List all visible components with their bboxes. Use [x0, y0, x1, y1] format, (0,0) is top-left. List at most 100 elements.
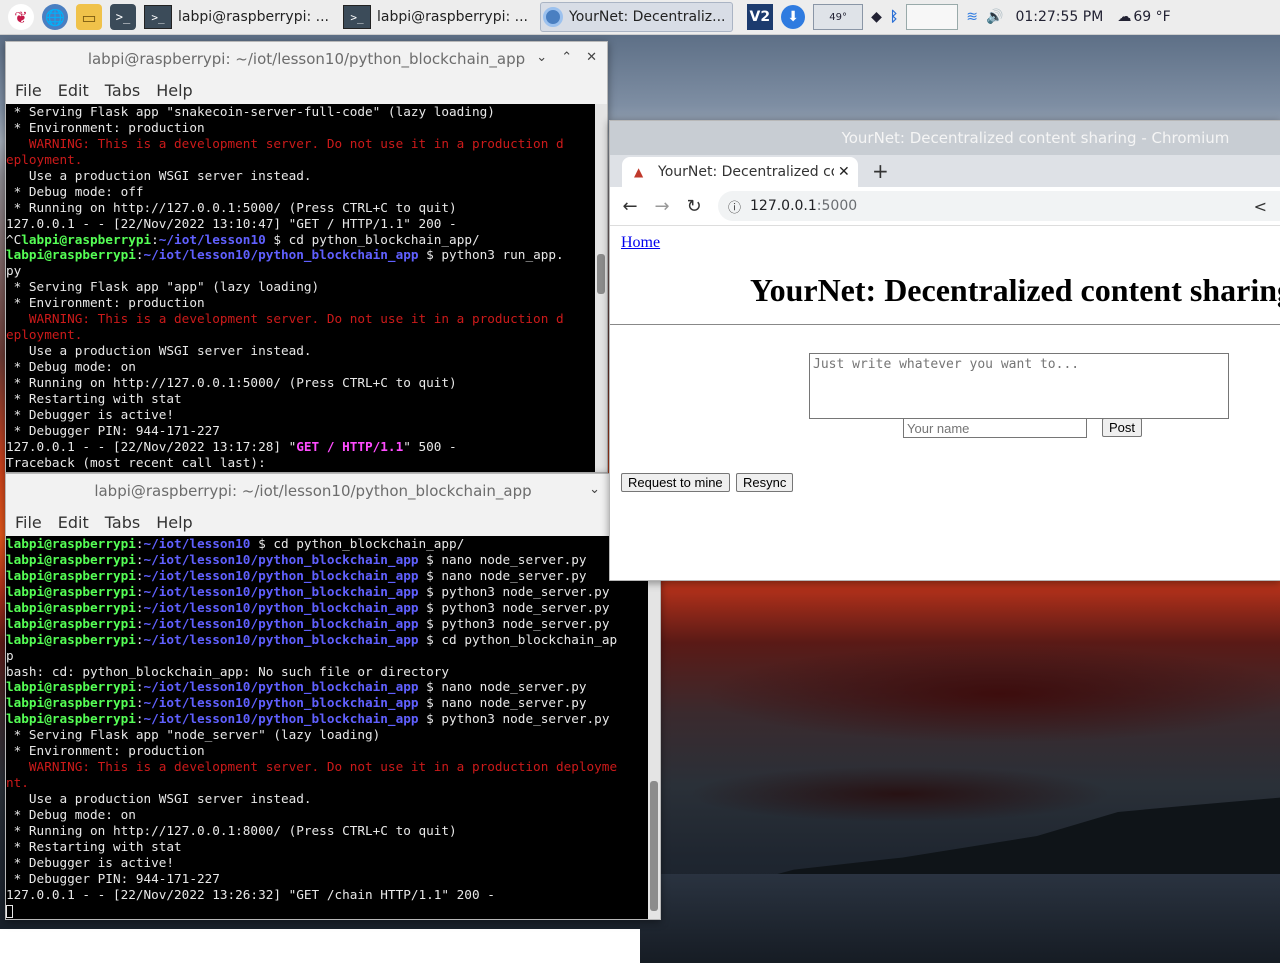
terminal-line: Use a production WSGI server instead.	[6, 343, 312, 359]
terminal-window-bottom: labpi@raspberrypi: ~/iot/lesson10/python…	[5, 473, 661, 920]
share-icon[interactable]: <	[1254, 197, 1267, 216]
browser-tab[interactable]: ▲ YourNet: Decentralized co ✕	[622, 157, 858, 187]
new-tab-icon[interactable]: +	[872, 159, 889, 183]
navigation-bar: ← → ↻ ⓘ 127.0.0.1:5000 <	[610, 187, 1280, 226]
taskbar: ❦ 🌐 ▭ >_ >_ labpi@raspberrypi: ... >_ la…	[0, 0, 1280, 35]
chromium-icon	[543, 7, 563, 27]
terminal-line: nt.	[6, 775, 29, 791]
minimize-icon[interactable]: ⌄	[536, 50, 547, 65]
back-icon[interactable]: ←	[614, 196, 646, 217]
terminal-scrollbar[interactable]	[648, 536, 660, 919]
terminal-menubar: File Edit Tabs Help	[6, 76, 607, 104]
terminal-line: eployment.	[6, 327, 83, 343]
terminal-line: p	[6, 647, 14, 663]
author-name-input[interactable]	[903, 418, 1087, 438]
terminal-line: * Running on http://127.0.0.1:5000/ (Pre…	[6, 199, 457, 215]
terminal-line: labpi@raspberrypi:~/iot/lesson10/python_…	[6, 247, 564, 263]
menu-edit[interactable]: Edit	[58, 81, 89, 100]
terminal-launcher-icon[interactable]: >_	[110, 4, 136, 30]
close-tab-icon[interactable]: ✕	[838, 164, 850, 180]
menu-help[interactable]: Help	[156, 81, 192, 100]
terminal-line: * Debugger is active!	[6, 406, 175, 422]
wifi-icon[interactable]: ≋	[966, 4, 978, 30]
favicon-icon: ▲	[634, 165, 644, 179]
window-titlebar[interactable]: labpi@raspberrypi: ~/iot/lesson10/python…	[6, 474, 660, 508]
terminal-line: * Debugger is active!	[6, 854, 175, 870]
terminal-line: labpi@raspberrypi:~/iot/lesson10/python_…	[6, 679, 587, 695]
terminal-line: py	[6, 263, 22, 279]
divider	[610, 324, 1280, 325]
terminal-line: * Restarting with stat	[6, 838, 182, 854]
taskbar-task-terminal-1[interactable]: >_ labpi@raspberrypi: ...	[142, 3, 335, 31]
terminal-line: * Serving Flask app "app" (lazy loading)	[6, 279, 320, 295]
terminal-menubar: File Edit Tabs Help	[6, 508, 660, 536]
terminal-line: WARNING: This is a development server. D…	[6, 759, 618, 775]
maximize-icon[interactable]: ⌃	[561, 50, 572, 65]
download-icon[interactable]: ⬇	[781, 5, 806, 29]
terminal-line: labpi@raspberrypi:~/iot/lesson10/python_…	[6, 551, 587, 567]
taskbar-task-chromium[interactable]: YourNet: Decentraliz...	[540, 2, 733, 32]
menu-file[interactable]: File	[15, 81, 42, 100]
raspberry-menu-icon[interactable]: ❦	[8, 4, 34, 30]
terminal-line: 127.0.0.1 - - [22/Nov/2022 13:26:32] "GE…	[6, 886, 495, 902]
terminal-line: labpi@raspberrypi:~/iot/lesson10/python_…	[6, 711, 610, 727]
terminal-line: eployment.	[6, 151, 83, 167]
window-menu-icon[interactable]: ⌄	[589, 482, 600, 497]
chromium-window: YourNet: Decentralized content sharing -…	[609, 120, 1280, 581]
home-link[interactable]: Home	[621, 234, 660, 252]
post-content-textarea[interactable]	[809, 353, 1229, 419]
chromium-titlebar[interactable]: YourNet: Decentralized content sharing -…	[610, 121, 1280, 155]
cpu-usage-graph[interactable]	[906, 4, 959, 30]
terminal-line: * Debugger PIN: 944-171-227	[6, 422, 220, 438]
terminal-line: labpi@raspberrypi:~/iot/lesson10/python_…	[6, 615, 610, 631]
weather-temperature[interactable]: 69 °F	[1133, 4, 1170, 30]
taskbar-task-terminal-2[interactable]: >_ labpi@raspberrypi: ...	[341, 3, 534, 31]
bluetooth-icon[interactable]: ᛒ	[890, 4, 898, 30]
site-info-icon[interactable]: ⓘ	[728, 197, 750, 216]
tab-title: YourNet: Decentralized co	[658, 164, 834, 180]
post-button[interactable]: Post	[1102, 418, 1143, 437]
close-icon[interactable]: ✕	[586, 50, 597, 65]
forward-icon[interactable]: →	[646, 196, 678, 217]
terminal-line: labpi@raspberrypi:~/iot/lesson10/python_…	[6, 599, 610, 615]
address-bar[interactable]: ⓘ 127.0.0.1:5000 <	[718, 191, 1280, 221]
terminal-line: * Debug mode: on	[6, 806, 136, 822]
scroll-thumb[interactable]	[650, 781, 658, 911]
window-titlebar[interactable]: labpi@raspberrypi: ~/iot/lesson10/python…	[6, 42, 607, 76]
resync-button[interactable]: Resync	[736, 473, 794, 492]
terminal-output[interactable]: labpi@raspberrypi:~/iot/lesson10 $ cd py…	[6, 536, 648, 919]
terminal-line: labpi@raspberrypi:~/iot/lesson10/python_…	[6, 695, 587, 711]
reload-icon[interactable]: ↻	[678, 196, 710, 217]
terminal-window-top: labpi@raspberrypi: ~/iot/lesson10/python…	[5, 41, 608, 473]
terminal-line: * Environment: production	[6, 119, 205, 135]
terminal-output[interactable]: * Serving Flask app "snakecoin-server-fu…	[6, 104, 595, 472]
url-host: 127.0.0.1	[750, 198, 817, 214]
mountain-silhouette	[740, 797, 1280, 884]
terminal-line: * Debug mode: on	[6, 359, 136, 374]
eject-icon[interactable]: ◆	[871, 4, 882, 30]
menu-file[interactable]: File	[15, 513, 42, 532]
clock[interactable]: 01:27:55 PM	[1015, 4, 1103, 30]
volume-icon[interactable]: 🔊	[986, 4, 1003, 30]
page-heading: YourNet: Decentralized content sharing	[750, 272, 1280, 308]
web-page: Home YourNet: Decentralized content shar…	[610, 226, 1280, 580]
weather-icon: ☁	[1117, 9, 1132, 25]
url-port: :5000	[816, 198, 858, 214]
vnc-icon[interactable]: V2	[746, 4, 774, 30]
tab-strip: ▲ YourNet: Decentralized co ✕ +	[610, 155, 1280, 187]
terminal-scrollbar[interactable]	[595, 104, 607, 472]
cpu-temperature[interactable]: 49°	[813, 4, 864, 30]
menu-edit[interactable]: Edit	[58, 513, 89, 532]
terminal-line: * Running on http://127.0.0.1:5000/ (Pre…	[6, 374, 457, 390]
terminal-line: WARNING: This is a development server. D…	[6, 311, 564, 327]
terminal-line: 127.0.0.1 - - [22/Nov/2022 13:17:28] "GE…	[6, 438, 457, 454]
sea	[640, 874, 1280, 963]
scroll-thumb[interactable]	[597, 254, 605, 294]
menu-tabs[interactable]: Tabs	[105, 81, 140, 100]
file-manager-icon[interactable]: ▭	[76, 4, 102, 30]
menu-help[interactable]: Help	[156, 513, 192, 532]
terminal-line: ^Clabpi@raspberrypi:~/iot/lesson10 $ cd …	[6, 231, 480, 247]
web-browser-icon[interactable]: 🌐	[42, 4, 68, 30]
menu-tabs[interactable]: Tabs	[105, 513, 140, 532]
request-to-mine-button[interactable]: Request to mine	[621, 473, 730, 492]
